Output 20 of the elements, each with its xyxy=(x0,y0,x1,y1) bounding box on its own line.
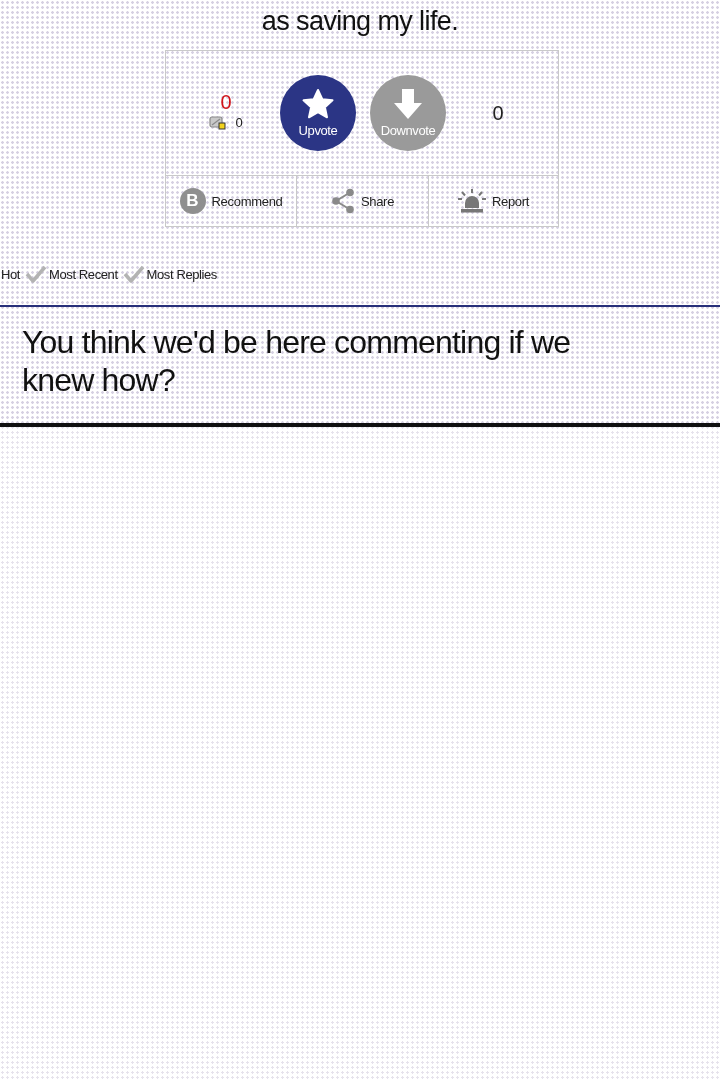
check-icon xyxy=(25,265,48,283)
down-arrow-icon xyxy=(393,88,423,120)
sort-option[interactable]: Most Recent xyxy=(25,265,118,283)
star-icon xyxy=(301,88,335,120)
points-count: 0 xyxy=(220,90,232,113)
sort-option[interactable]: Hot xyxy=(1,266,21,282)
comment-text: You think we'd be here commenting if we knew how? xyxy=(22,323,572,399)
recommend-button[interactable]: B Recommend xyxy=(166,176,297,226)
question-text: as saving my life. xyxy=(261,5,459,38)
upvote-button[interactable]: Upvote xyxy=(280,75,356,151)
tile-icon xyxy=(209,115,228,130)
sort-option[interactable]: Most Replies xyxy=(122,265,217,283)
report-button[interactable]: Report xyxy=(429,176,558,226)
vote-count: 0 xyxy=(492,101,504,124)
badge-count: 0 xyxy=(235,115,243,130)
share-button[interactable]: Share xyxy=(297,176,429,226)
siren-icon xyxy=(457,189,486,213)
share-icon xyxy=(330,188,355,214)
letter-circle-icon: B xyxy=(179,188,206,214)
check-icon xyxy=(122,265,145,283)
